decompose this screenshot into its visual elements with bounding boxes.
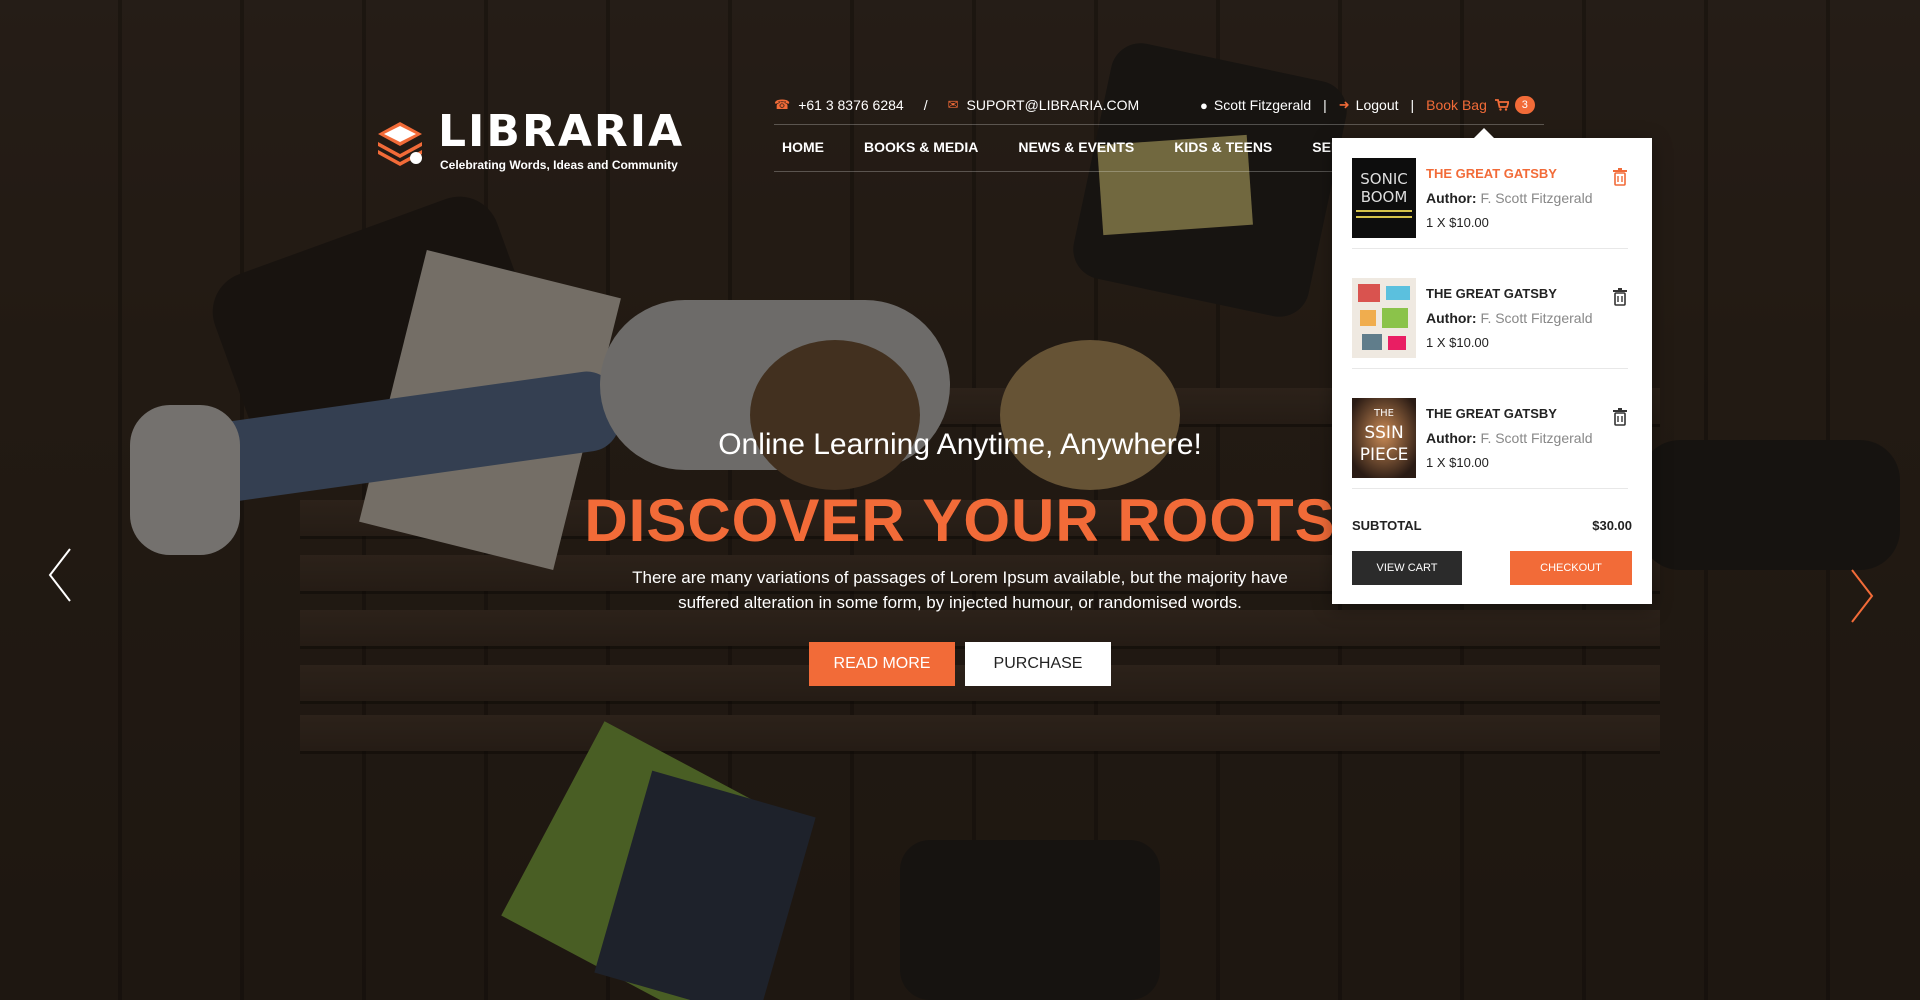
view-cart-button[interactable]: VIEW CART bbox=[1352, 551, 1462, 585]
cart-item-price: 1 X $10.00 bbox=[1426, 455, 1489, 470]
book-cover-image bbox=[1352, 278, 1416, 358]
author-name: F. Scott Fitzgerald bbox=[1480, 190, 1593, 206]
contact-separator: / bbox=[923, 97, 928, 113]
trash-icon[interactable] bbox=[1612, 288, 1628, 306]
checkout-button[interactable]: CHECKOUT bbox=[1510, 551, 1632, 585]
slider-next-arrow[interactable] bbox=[1840, 566, 1880, 626]
nav-kids-teens[interactable]: KIDS & TEENS bbox=[1174, 139, 1272, 155]
book-cover-image: THE SSIN PIECE bbox=[1352, 398, 1416, 478]
cart-dropdown: SONIC BOOM THE GREAT GATSBY Author: F. S… bbox=[1332, 128, 1652, 604]
svg-text:SSIN: SSIN bbox=[1364, 423, 1403, 443]
sign-out-icon: ➜ bbox=[1338, 97, 1350, 112]
phone-icon: ☎ bbox=[774, 97, 791, 112]
user-bar: ● Scott Fitzgerald | ➜ Logout | Book Bag… bbox=[1200, 96, 1535, 114]
contact-phone[interactable]: +61 3 8376 6284 bbox=[798, 97, 904, 113]
main-nav: HOME BOOKS & MEDIA NEWS & EVENTS KIDS & … bbox=[782, 139, 1334, 155]
book-cover-thumbnail[interactable]: THE SSIN PIECE bbox=[1352, 398, 1416, 478]
contact-email[interactable]: SUPORT@LIBRARIA.COM bbox=[967, 97, 1140, 113]
book-bag-label: Book Bag bbox=[1426, 97, 1487, 113]
cart-item-title[interactable]: THE GREAT GATSBY bbox=[1426, 166, 1557, 181]
cart-item-price: 1 X $10.00 bbox=[1426, 335, 1489, 350]
logout-link[interactable]: Logout bbox=[1356, 97, 1399, 113]
user-separator: | bbox=[1323, 97, 1327, 113]
subtotal-label: SUBTOTAL bbox=[1352, 518, 1422, 533]
cart-item-author: Author: F. Scott Fitzgerald bbox=[1426, 190, 1592, 206]
author-label: Author: bbox=[1426, 310, 1477, 326]
main-nav-container: HOME BOOKS & MEDIA NEWS & EVENTS KIDS & … bbox=[774, 130, 1334, 166]
user-icon: ● bbox=[1200, 97, 1208, 113]
cart-item: SONIC BOOM THE GREAT GATSBY Author: F. S… bbox=[1352, 138, 1628, 249]
svg-text:SONIC: SONIC bbox=[1360, 170, 1407, 188]
contact-bar: ☎ +61 3 8376 6284 / ✉ SUPORT@LIBRARIA.CO… bbox=[774, 97, 1139, 113]
cart-item-author: Author: F. Scott Fitzgerald bbox=[1426, 310, 1592, 326]
site-logo[interactable]: LIBRARIA Celebrating Words, Ideas and Co… bbox=[374, 108, 684, 172]
svg-text:BOOM: BOOM bbox=[1361, 188, 1408, 206]
book-cover-thumbnail[interactable]: SONIC BOOM bbox=[1352, 158, 1416, 238]
nav-services[interactable]: SERVICES bbox=[1312, 139, 1334, 155]
book-cover-thumbnail[interactable] bbox=[1352, 278, 1416, 358]
nav-books-media[interactable]: BOOKS & MEDIA bbox=[864, 139, 978, 155]
cart-item: THE GREAT GATSBY Author: F. Scott Fitzge… bbox=[1352, 258, 1628, 369]
nav-home[interactable]: HOME bbox=[782, 139, 824, 155]
trash-icon[interactable] bbox=[1612, 168, 1628, 186]
user-separator: | bbox=[1410, 97, 1415, 113]
book-bag-toggle[interactable]: Book Bag 3 bbox=[1426, 96, 1535, 114]
author-name: F. Scott Fitzgerald bbox=[1480, 310, 1593, 326]
user-name[interactable]: Scott Fitzgerald bbox=[1214, 97, 1311, 113]
trash-icon[interactable] bbox=[1612, 408, 1628, 426]
book-cover-image: SONIC BOOM bbox=[1352, 158, 1416, 238]
purchase-button[interactable]: PURCHASE bbox=[965, 642, 1111, 686]
cart-item-title[interactable]: THE GREAT GATSBY bbox=[1426, 286, 1557, 301]
svg-text:PIECE: PIECE bbox=[1360, 445, 1409, 465]
book-stack-icon bbox=[378, 122, 422, 166]
brand-tagline: Celebrating Words, Ideas and Community bbox=[440, 158, 678, 172]
slider-prev-arrow[interactable] bbox=[42, 545, 82, 605]
bag-count-badge: 3 bbox=[1514, 96, 1535, 114]
svg-text:THE: THE bbox=[1373, 408, 1394, 419]
brand-name: LIBRARIA bbox=[438, 106, 685, 157]
nav-news-events[interactable]: NEWS & EVENTS bbox=[1018, 139, 1134, 155]
hero-description: There are many variations of passages of… bbox=[632, 568, 1288, 612]
author-label: Author: bbox=[1426, 430, 1477, 446]
nav-divider bbox=[774, 171, 1344, 172]
cart-item: THE SSIN PIECE THE GREAT GATSBY Author: … bbox=[1352, 378, 1628, 489]
cart-item-author: Author: F. Scott Fitzgerald bbox=[1426, 430, 1592, 446]
author-name: F. Scott Fitzgerald bbox=[1480, 430, 1593, 446]
header-divider bbox=[774, 124, 1544, 125]
cart-item-title[interactable]: THE GREAT GATSBY bbox=[1426, 406, 1557, 421]
subtotal-value: $30.00 bbox=[1592, 518, 1632, 533]
cart-item-price: 1 X $10.00 bbox=[1426, 215, 1489, 230]
author-label: Author: bbox=[1426, 190, 1477, 206]
shopping-cart-icon bbox=[1494, 99, 1509, 111]
read-more-button[interactable]: READ MORE bbox=[809, 642, 955, 686]
envelope-icon: ✉ bbox=[947, 97, 959, 112]
